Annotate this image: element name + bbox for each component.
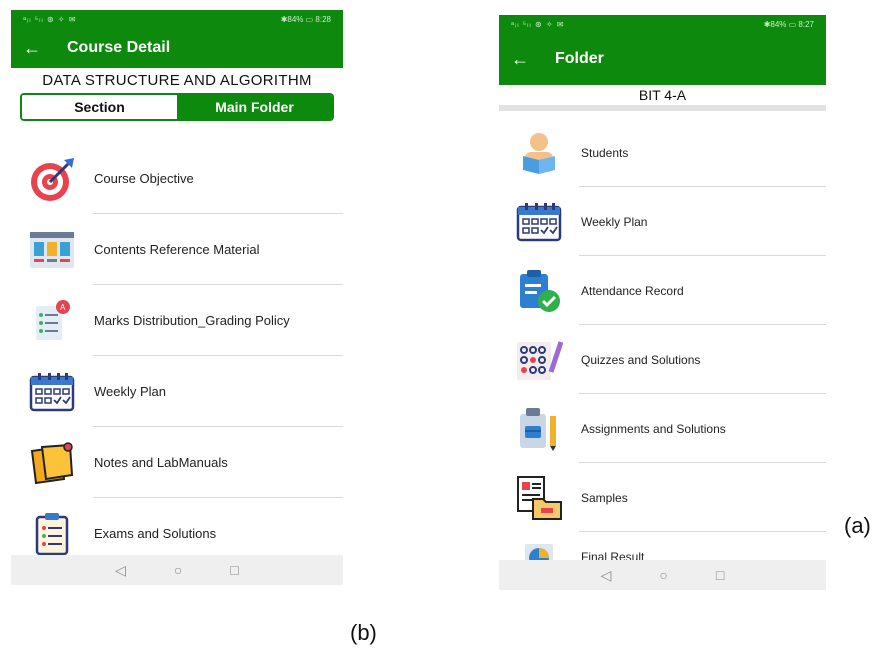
quiz-sheet-icon: [511, 336, 567, 384]
item-label: Exams and Solutions: [94, 526, 217, 541]
item-label: Notes and LabManuals: [94, 455, 228, 470]
student-reading-icon: [511, 129, 567, 177]
item-label: Contents Reference Material: [94, 242, 260, 257]
app-bar: ← Folder: [499, 33, 826, 85]
back-arrow-icon[interactable]: ←: [23, 38, 53, 59]
list-item-course-objective[interactable]: Course Objective: [11, 143, 343, 214]
target-icon: [21, 154, 83, 204]
app-bar: ← Course Detail: [11, 28, 343, 68]
samples-folder-icon: [511, 474, 567, 522]
calendar-icon: [511, 198, 567, 246]
nav-recent-icon[interactable]: □: [230, 562, 238, 578]
item-label: Students: [581, 145, 629, 160]
list-item-attendance-record[interactable]: Attendance Record: [499, 256, 826, 325]
status-bar: ᵃᵢₗ ⁵ₗₗ ⊛ ✧ ✉ ✱84% ▭ 8:28: [11, 10, 343, 28]
exam-clipboard-icon: [21, 509, 83, 559]
course-item-list: Course Objective Contents Reference Mate…: [11, 143, 343, 569]
list-item-notes-labmanuals[interactable]: Notes and LabManuals: [11, 427, 343, 498]
list-item-quizzes-solutions[interactable]: Quizzes and Solutions: [499, 325, 826, 394]
nav-recent-icon[interactable]: □: [716, 567, 724, 583]
folder-item-list: Students Weekly Plan Attendance Record Q…: [499, 118, 826, 580]
item-label: Samples: [581, 490, 628, 505]
system-nav-bar: ◁ ○ □: [499, 560, 826, 590]
caption-a: (a): [844, 513, 871, 538]
reference-material-icon: [21, 225, 83, 275]
status-battery-time: ✱84% ▭ 8:28: [280, 14, 331, 24]
item-label: Attendance Record: [581, 283, 684, 298]
item-label: Marks Distribution_Grading Policy: [94, 313, 290, 328]
list-item-weekly-plan[interactable]: Weekly Plan: [11, 356, 343, 427]
tab-main-folder[interactable]: Main Folder: [177, 95, 332, 119]
status-battery-time: ✱84% ▭ 8:27: [763, 19, 814, 29]
phone-folder: ᵃᵢₗ ⁵ₗₗ ⊛ ✧ ✉ ✱84% ▭ 8:27 ← Folder BIT 4…: [499, 15, 826, 590]
nav-back-icon[interactable]: ◁: [115, 562, 126, 579]
item-label: Quizzes and Solutions: [581, 352, 701, 367]
item-label: Course Objective: [94, 171, 194, 186]
system-nav-bar: ◁ ○ □: [11, 555, 343, 585]
nav-home-icon[interactable]: ○: [174, 562, 182, 578]
course-name: DATA STRUCTURE AND ALGORITHM: [42, 72, 312, 89]
svg-text:A: A: [60, 303, 66, 312]
class-name: BIT 4-A: [499, 85, 826, 105]
item-label: Weekly Plan: [581, 214, 648, 229]
list-item-marks-distribution[interactable]: A Marks Distribution_Grading Policy: [11, 285, 343, 356]
list-item-samples[interactable]: Samples: [499, 463, 826, 532]
list-item-assignments-solutions[interactable]: Assignments and Solutions: [499, 394, 826, 463]
status-bar: ᵃᵢₗ ⁵ₗₗ ⊛ ✧ ✉ ✱84% ▭ 8:27: [499, 15, 826, 33]
tab-section[interactable]: Section: [22, 95, 177, 119]
list-item-weekly-plan[interactable]: Weekly Plan: [499, 187, 826, 256]
status-signal: ᵃᵢₗ ⁵ₗₗ ⊛ ✧ ✉: [23, 14, 77, 24]
nav-home-icon[interactable]: ○: [659, 567, 667, 583]
grading-policy-icon: A: [21, 296, 83, 346]
phone-course-detail: ᵃᵢₗ ⁵ₗₗ ⊛ ✧ ✉ ✱84% ▭ 8:28 ← Course Detai…: [11, 10, 343, 585]
item-label: Assignments and Solutions: [581, 421, 726, 436]
caption-b: (b): [350, 620, 377, 645]
nav-back-icon[interactable]: ◁: [601, 567, 612, 584]
attendance-clipboard-icon: [511, 267, 567, 315]
page-title: Folder: [555, 50, 604, 67]
item-label: Weekly Plan: [94, 384, 167, 399]
calendar-icon: [21, 367, 83, 417]
separator-strip: [499, 105, 826, 111]
page-title: Course Detail: [67, 39, 171, 56]
back-arrow-icon[interactable]: ←: [511, 49, 541, 70]
list-item-students[interactable]: Students: [499, 118, 826, 187]
assignment-clipboard-icon: [511, 405, 567, 453]
sticky-note-icon: [21, 438, 83, 488]
status-signal: ᵃᵢₗ ⁵ₗₗ ⊛ ✧ ✉: [511, 19, 565, 29]
segment-control: Section Main Folder: [20, 93, 334, 121]
list-item-contents-reference[interactable]: Contents Reference Material: [11, 214, 343, 285]
